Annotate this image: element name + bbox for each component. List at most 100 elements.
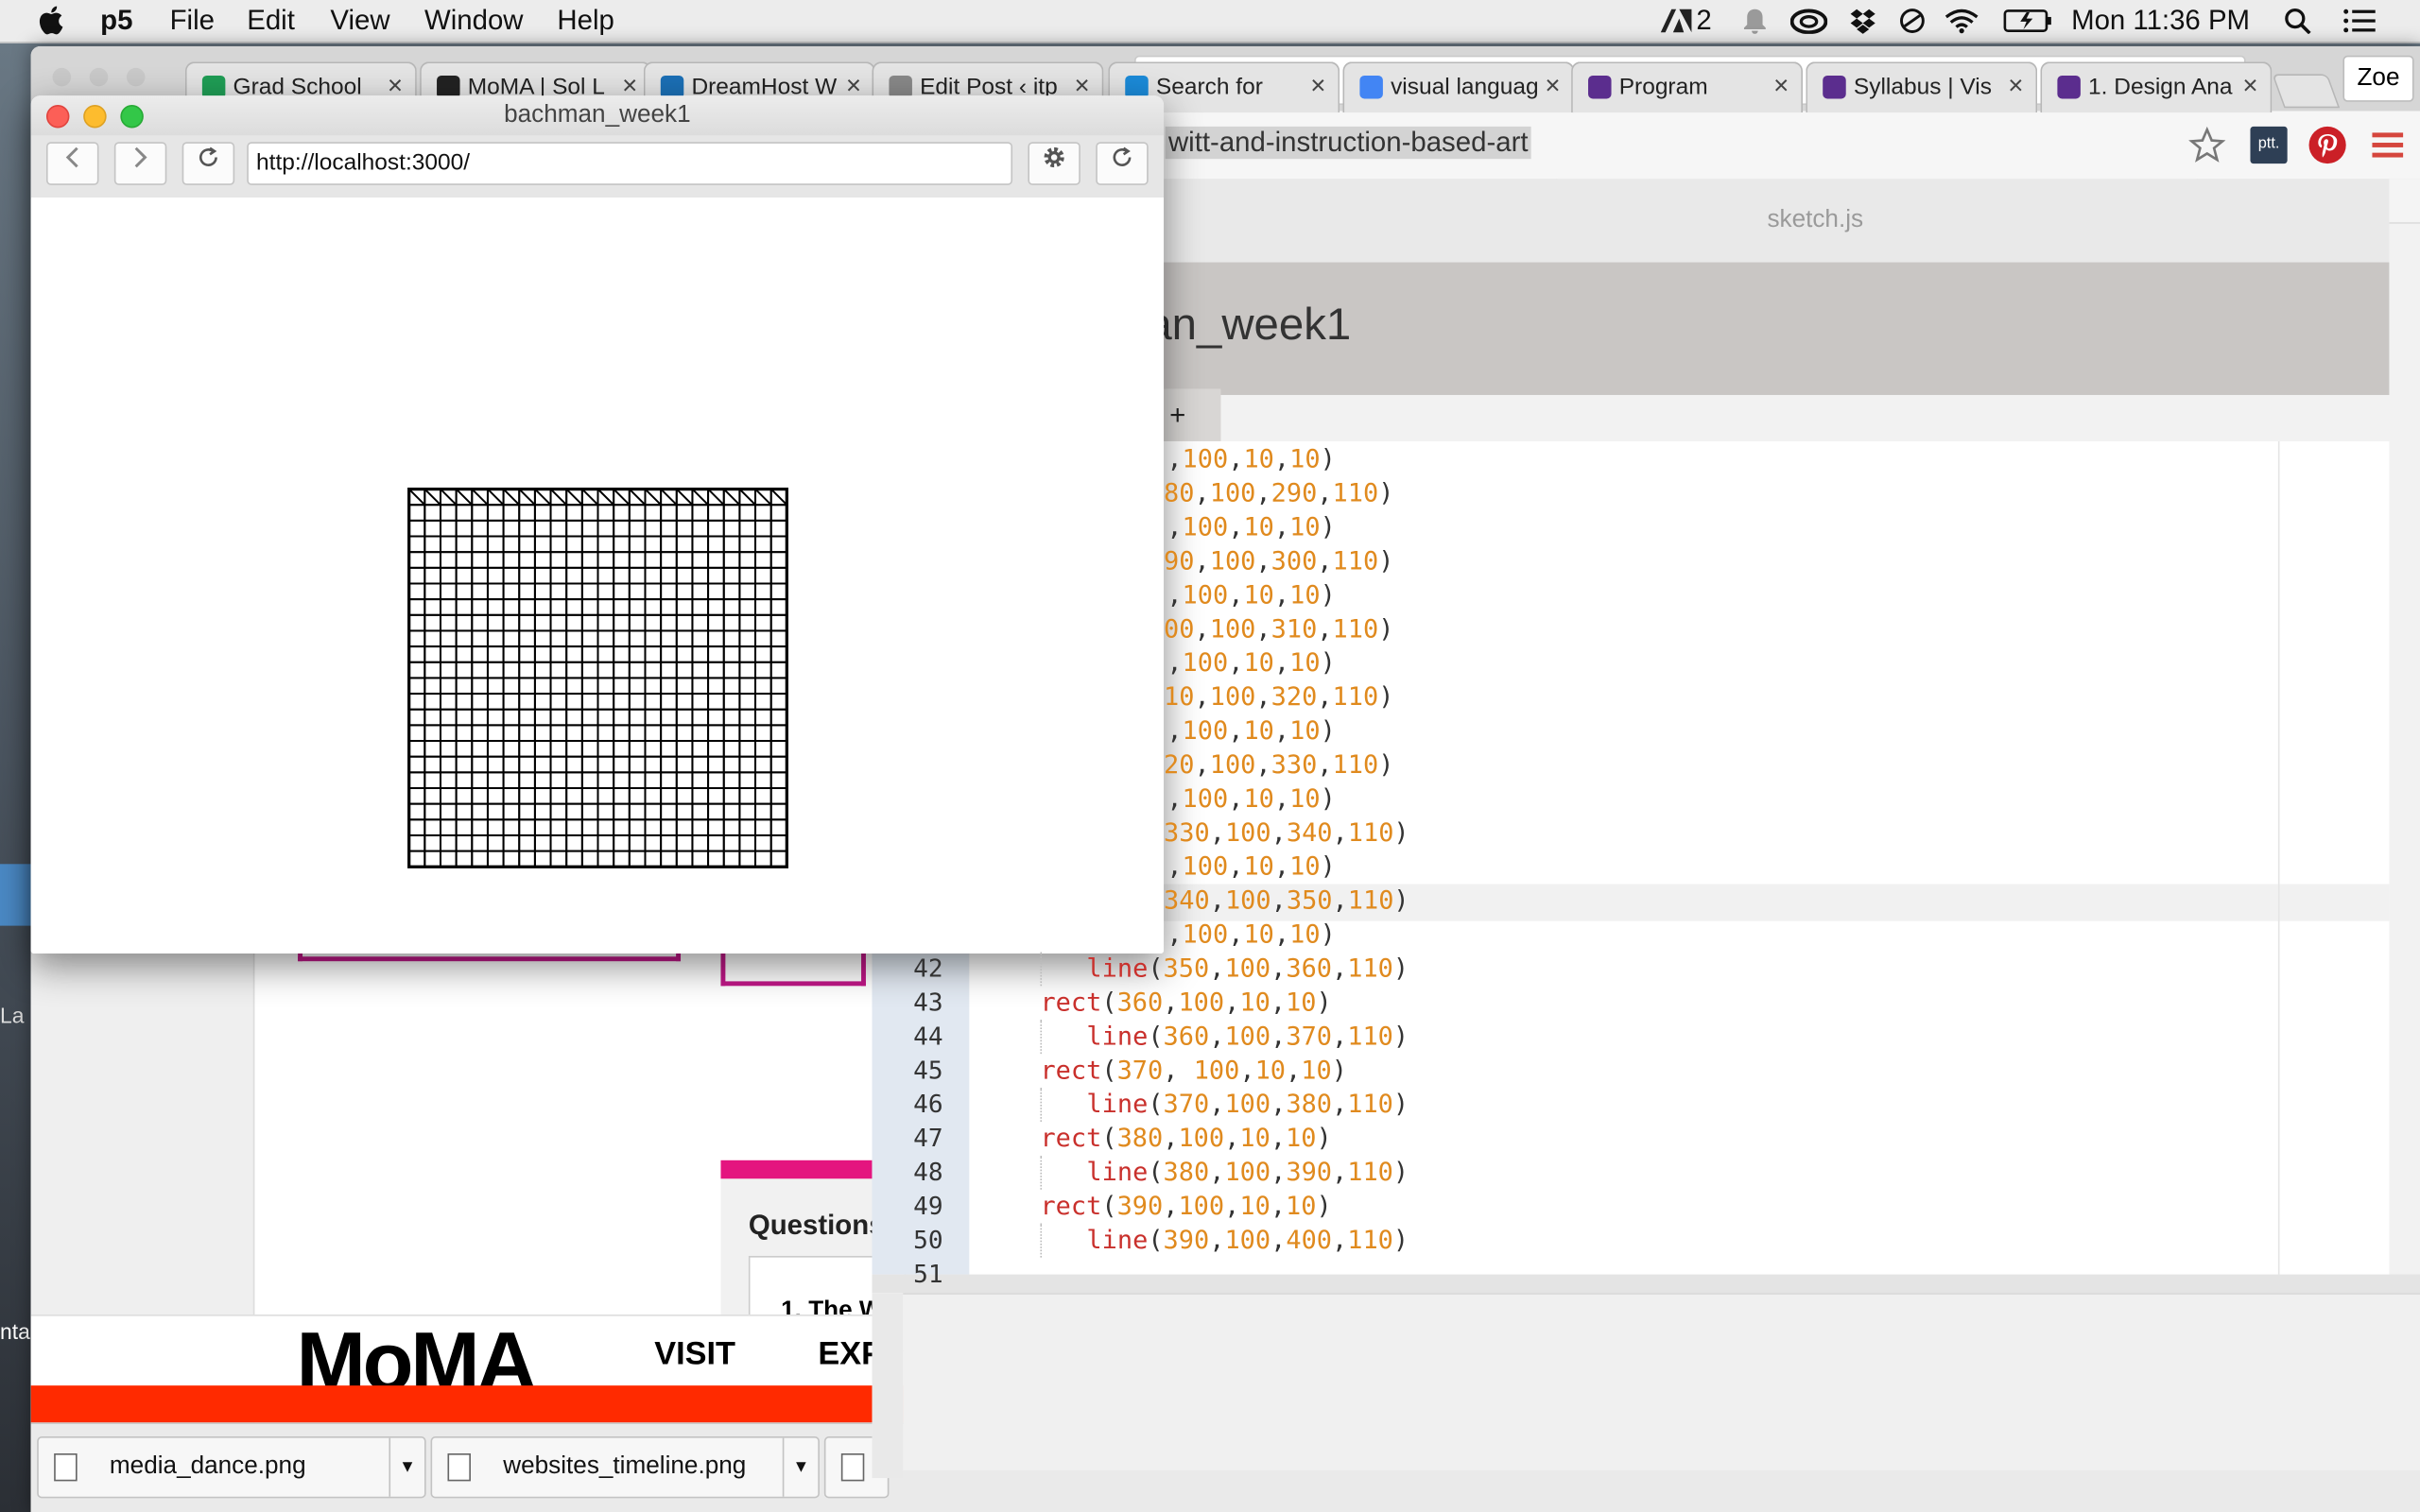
code-line[interactable]: rect(380,100,10,10) — [1040, 1122, 1331, 1156]
new-tab-button[interactable] — [2272, 74, 2341, 109]
download-menu-arrow-icon[interactable]: ▼ — [782, 1437, 819, 1497]
code-line[interactable]: ,100,10,10) — [1167, 510, 1335, 544]
code-line[interactable]: ,100,10,10) — [1167, 443, 1335, 477]
code-line[interactable]: ,100,10,10) — [1167, 782, 1335, 816]
code-line[interactable]: line(360,100,370,110) — [1040, 1020, 1409, 1055]
code-line[interactable]: rect(390,100,10,10) — [1040, 1190, 1331, 1224]
grid-cell — [580, 850, 599, 868]
code-line[interactable]: rect(370, 100,10,10) — [1040, 1054, 1346, 1088]
notification-bell-icon[interactable] — [1741, 8, 1769, 34]
code-line[interactable]: 80,100,290,110) — [1164, 477, 1393, 511]
code-line[interactable]: ,100,10,10) — [1167, 918, 1335, 952]
settings-button[interactable] — [1028, 142, 1080, 185]
tab-close-icon[interactable]: × — [2008, 71, 2023, 102]
download-item[interactable]: media_dance.png ▼ — [37, 1436, 426, 1499]
code-line[interactable]: line(390,100,400,110) — [1040, 1223, 1409, 1258]
pinterest-icon[interactable] — [2308, 125, 2347, 164]
line-number: 46 — [913, 1089, 943, 1119]
code-line[interactable]: rect(360,100,10,10) — [1040, 986, 1331, 1020]
menu-file[interactable]: File — [170, 5, 215, 37]
grid-cell — [644, 724, 663, 743]
creative-cloud-icon[interactable] — [1789, 8, 1828, 34]
code-line[interactable]: ,100,10,10) — [1167, 646, 1335, 680]
reload-button[interactable] — [182, 142, 235, 185]
grid-cell — [738, 724, 757, 743]
bookmark-star-icon[interactable] — [2188, 126, 2226, 163]
grid-cell — [707, 535, 725, 554]
browser-tab[interactable]: Syllabus | Vis × — [1806, 61, 2038, 113]
menu-window[interactable]: Window — [424, 5, 524, 37]
grid-cell — [486, 850, 505, 868]
tab-close-icon[interactable]: × — [2242, 71, 2257, 102]
chrome-minimize-button[interactable] — [89, 67, 109, 87]
close-window-button[interactable] — [45, 105, 70, 129]
preview-title-bar[interactable]: bachman_week1 — [30, 95, 1165, 136]
code-line[interactable]: 90,100,300,110) — [1164, 544, 1393, 578]
menu-edit[interactable]: Edit — [247, 5, 295, 37]
code-token: , — [1273, 715, 1290, 746]
code-token: 330 — [1164, 817, 1210, 848]
minimize-window-button[interactable] — [83, 105, 107, 129]
menu-view[interactable]: View — [330, 5, 389, 37]
code-line[interactable]: 330,100,340,110) — [1164, 816, 1409, 850]
code-line[interactable]: 00,100,310,110) — [1164, 612, 1393, 646]
code-token: 10 — [1243, 851, 1274, 882]
tab-close-icon[interactable]: × — [1545, 71, 1560, 102]
code-token: ( — [1148, 954, 1164, 984]
back-button[interactable] — [45, 142, 99, 185]
grid-cell — [691, 645, 710, 663]
grid-cell — [707, 677, 725, 696]
code-line[interactable]: 340,100,350,110) — [1164, 885, 1409, 919]
code-token: ) — [1378, 478, 1394, 508]
download-item[interactable]: websites_timeline.png ▼ — [430, 1436, 820, 1499]
spotlight-search-icon[interactable] — [2284, 8, 2311, 34]
sync-icon[interactable] — [1898, 8, 1926, 34]
grid-cell — [439, 566, 458, 585]
editor-divider[interactable] — [872, 1274, 2420, 1294]
wifi-icon[interactable] — [1944, 8, 1980, 34]
refresh-preview-button[interactable] — [1096, 142, 1149, 185]
ptt-extension-icon[interactable]: ptt. — [2250, 126, 2288, 164]
code-token: 10 — [1289, 919, 1321, 950]
sketch-canvas[interactable] — [30, 197, 1165, 954]
code-line[interactable]: ,100,10,10) — [1167, 850, 1335, 885]
apple-icon[interactable] — [37, 5, 64, 36]
zoom-window-button[interactable] — [120, 105, 144, 129]
code-line[interactable]: ,100,10,10) — [1167, 578, 1335, 612]
code-line[interactable]: 10,100,320,110) — [1164, 680, 1393, 714]
grid-cell — [644, 708, 663, 727]
code-token: , — [1270, 817, 1287, 848]
chrome-close-button[interactable] — [52, 67, 72, 87]
code-line[interactable]: ,100,10,10) — [1167, 714, 1335, 748]
forward-button[interactable] — [113, 142, 167, 185]
chrome-zoom-button[interactable] — [126, 67, 146, 87]
app-menu[interactable]: p5 — [100, 5, 132, 37]
download-menu-arrow-icon[interactable]: ▼ — [389, 1437, 424, 1497]
grid-cell — [628, 818, 647, 836]
grid-cell — [738, 504, 757, 522]
grid-cell — [407, 693, 426, 711]
chrome-menu-icon[interactable] — [2371, 129, 2405, 161]
tab-close-icon[interactable]: × — [1773, 71, 1789, 102]
preview-url-field[interactable]: http://localhost:3000/ — [247, 142, 1013, 185]
menubar-clock[interactable]: Mon 11:36 PM — [2071, 5, 2250, 37]
address-bar-text[interactable]: witt-and-instruction-based-art — [1165, 126, 1531, 160]
profile-button[interactable]: Zoe — [2342, 55, 2414, 102]
grid-cell — [471, 802, 489, 821]
code-line[interactable]: 20,100,330,110) — [1164, 748, 1393, 782]
moma-nav-visit[interactable]: VISIT — [654, 1336, 735, 1373]
notification-center-icon[interactable] — [2342, 8, 2377, 34]
code-line[interactable]: line(370,100,380,110) — [1040, 1088, 1409, 1122]
browser-tab[interactable]: visual languag × — [1342, 61, 1575, 113]
browser-tab[interactable]: Program × — [1571, 61, 1803, 113]
code-line[interactable]: line(380,100,390,110) — [1040, 1155, 1409, 1190]
adobe-icon[interactable] — [1659, 8, 1693, 34]
grid-cell — [486, 755, 505, 774]
dropbox-icon[interactable] — [1849, 8, 1876, 34]
battery-icon[interactable] — [2003, 8, 2052, 34]
menu-help[interactable]: Help — [557, 5, 614, 37]
tab-close-icon[interactable]: × — [1310, 71, 1325, 102]
code-line[interactable]: line(350,100,360,110) — [1040, 952, 1409, 987]
grid-cell — [754, 740, 772, 758]
browser-tab[interactable]: 1. Design Ana × — [2040, 61, 2273, 113]
